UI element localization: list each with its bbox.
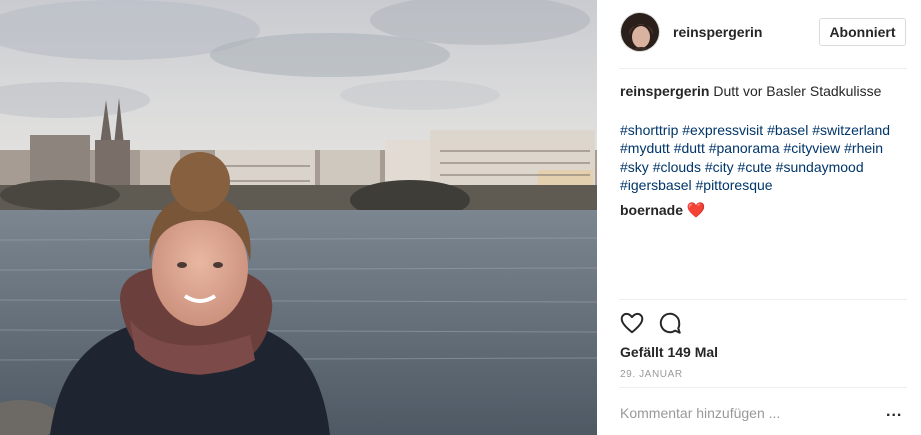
hashtag-link[interactable]: #panorama <box>709 140 780 156</box>
divider <box>619 68 907 69</box>
photo-illustration <box>0 0 597 435</box>
hashtag-link[interactable]: #basel <box>767 122 808 138</box>
hashtag-link[interactable]: #sky <box>620 159 649 175</box>
comment-input[interactable] <box>620 405 860 421</box>
avatar[interactable] <box>620 12 660 52</box>
username-link[interactable]: reinspergerin <box>673 24 762 40</box>
hashtag-link[interactable]: #cute <box>738 159 772 175</box>
comment: boernade ❤️ <box>620 201 910 221</box>
avatar-image <box>621 13 659 51</box>
hashtag-link[interactable]: #cityview <box>783 140 840 156</box>
comments-section: reinspergerin Dutt vor Basler Stadkuliss… <box>620 82 910 220</box>
hashtag-link[interactable]: #city <box>705 159 734 175</box>
heart-emoji-icon: ❤️ <box>686 201 706 219</box>
more-dots-icon[interactable]: ... <box>886 403 902 421</box>
hashtag-link[interactable]: #rhein <box>844 140 883 156</box>
hashtag-link[interactable]: #sundaymood <box>776 159 864 175</box>
caption-author-link[interactable]: reinspergerin <box>620 83 709 99</box>
heart-outline-icon[interactable] <box>619 310 645 336</box>
post-side-panel: reinspergerin Abonniert reinspergerin Du… <box>597 0 921 435</box>
hashtag-link[interactable]: #switzerland <box>812 122 890 138</box>
hashtag-link[interactable]: #shorttrip <box>620 122 678 138</box>
hashtag-link[interactable]: #dutt <box>674 140 705 156</box>
post-header: reinspergerin Abonniert <box>597 0 921 66</box>
like-count[interactable]: Gefällt 149 Mal <box>620 344 718 360</box>
comment-bubble-icon[interactable] <box>657 310 683 336</box>
post-photo[interactable] <box>0 0 597 435</box>
hashtag-link[interactable]: #pittoresque <box>696 177 773 193</box>
hashtag-list: #shorttrip #expressvisit #basel #switzer… <box>620 121 910 195</box>
caption-text: Dutt vor Basler Stadkulisse <box>713 83 882 99</box>
follow-button[interactable]: Abonniert <box>819 18 906 46</box>
comment-author-link[interactable]: boernade <box>620 202 683 218</box>
hashtag-link[interactable]: #clouds <box>653 159 701 175</box>
caption: reinspergerin Dutt vor Basler Stadkuliss… <box>620 82 910 101</box>
divider <box>619 299 907 300</box>
hashtag-link[interactable]: #expressvisit <box>682 122 763 138</box>
hashtag-link[interactable]: #mydutt <box>620 140 670 156</box>
post-date[interactable]: 29. JANUAR <box>620 369 683 380</box>
hashtag-link[interactable]: #igersbasel <box>620 177 692 193</box>
divider <box>619 387 907 388</box>
